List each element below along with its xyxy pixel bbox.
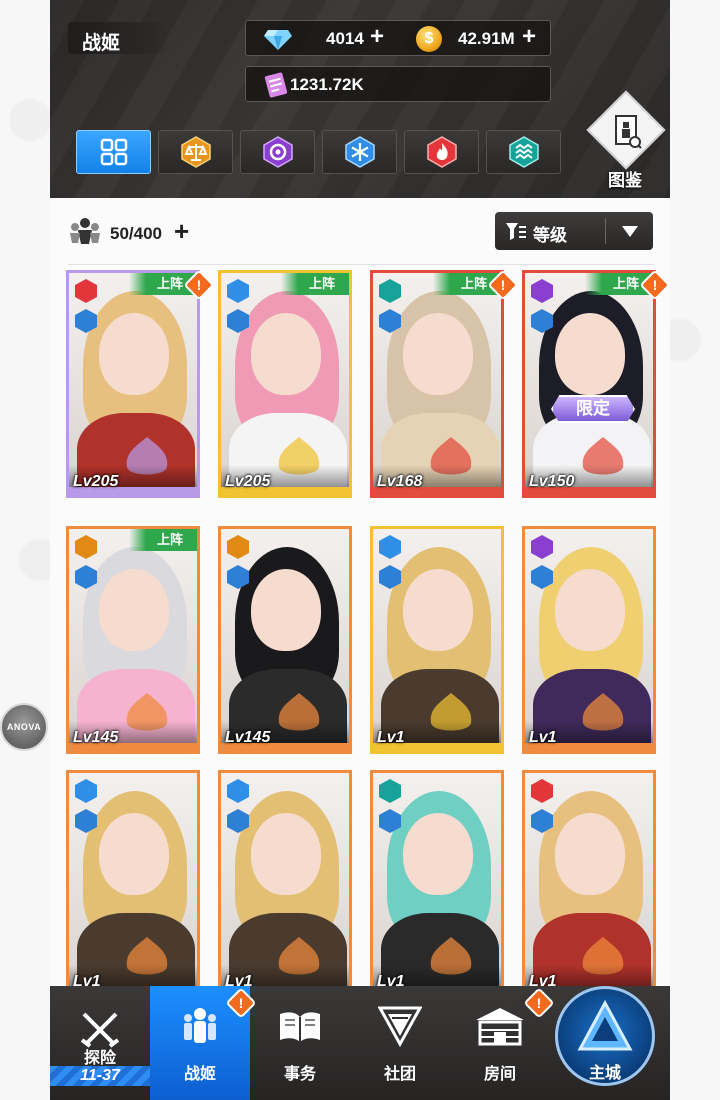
roster-count: 50/400 bbox=[110, 224, 162, 243]
gallery-label: 图鉴 bbox=[608, 171, 642, 190]
nav-room-label: 房间 bbox=[483, 1066, 516, 1083]
portrait-face bbox=[251, 569, 321, 651]
portrait-face bbox=[403, 313, 473, 395]
tab-wave[interactable] bbox=[486, 130, 561, 174]
portrait-face bbox=[99, 313, 169, 395]
expand-roster-button[interactable]: + bbox=[174, 217, 189, 245]
currency-bar: 4014 + $ 42.91M + bbox=[245, 20, 551, 56]
codex-icon bbox=[615, 115, 642, 149]
character-card[interactable]: Lv1 bbox=[218, 770, 352, 998]
character-level: Lv150 bbox=[529, 473, 575, 490]
character-level: Lv145 bbox=[225, 729, 271, 746]
tab-ice[interactable] bbox=[322, 130, 397, 174]
nav-club[interactable]: 社团 bbox=[350, 986, 450, 1100]
filter-icon bbox=[506, 223, 526, 240]
character-card[interactable]: 上阵 Lv145 bbox=[66, 526, 200, 754]
explore-stage: 11-37 bbox=[50, 1066, 150, 1086]
portrait-face bbox=[99, 569, 169, 651]
roster-count-icon bbox=[70, 218, 100, 244]
character-card[interactable]: 限定 上阵 Lv150 bbox=[522, 270, 656, 498]
add-coins-button[interactable]: + bbox=[522, 23, 536, 51]
add-gems-button[interactable]: + bbox=[370, 23, 384, 51]
nav-girls-label: 战姬 bbox=[183, 1066, 216, 1083]
floating-avatar-button[interactable]: ANOVA bbox=[0, 703, 48, 751]
character-level: Lv1 bbox=[377, 729, 405, 746]
nav-home[interactable]: 主城 bbox=[555, 986, 655, 1086]
portrait-face bbox=[555, 569, 625, 651]
character-level: Lv1 bbox=[529, 729, 557, 746]
grid-icon bbox=[100, 138, 127, 166]
character-card[interactable]: Lv1 bbox=[66, 770, 200, 998]
chevron-down-icon bbox=[622, 226, 638, 237]
tab-void[interactable] bbox=[240, 130, 315, 174]
portrait-face bbox=[251, 813, 321, 895]
gallery-button[interactable]: 图鉴 bbox=[586, 90, 666, 190]
page-title: 战姬 bbox=[68, 22, 168, 54]
tickets-value: 1231.72K bbox=[290, 75, 364, 94]
deployed-tag: 上阵 bbox=[129, 529, 197, 551]
nav-home-label: 主城 bbox=[588, 1065, 621, 1082]
mountain-icon bbox=[577, 999, 633, 1051]
portrait-face bbox=[403, 569, 473, 651]
character-card[interactable]: 上阵 Lv205 bbox=[218, 270, 352, 498]
header: 战姬 4014 + $ 42.91M + 1231.72K 图鉴 bbox=[50, 0, 670, 198]
sort-dropdown[interactable]: 等级 bbox=[495, 212, 653, 250]
fire-element-icon bbox=[426, 136, 457, 168]
nav-explore-label: 探险 bbox=[83, 1050, 116, 1067]
character-level: Lv168 bbox=[377, 473, 423, 490]
nav-affairs[interactable]: 事务 bbox=[250, 986, 350, 1100]
diamond-icon bbox=[264, 30, 292, 50]
character-card[interactable]: Lv1 bbox=[370, 770, 504, 998]
character-card[interactable]: Lv1 bbox=[370, 526, 504, 754]
balance-element-icon bbox=[180, 136, 211, 168]
deployed-tag: 上阵 bbox=[281, 273, 349, 295]
portrait-face bbox=[555, 813, 625, 895]
tab-fire[interactable] bbox=[404, 130, 479, 174]
character-card[interactable]: 上阵 Lv205 bbox=[66, 270, 200, 498]
character-card[interactable]: 上阵 Lv168 bbox=[370, 270, 504, 498]
crossed-swords-icon bbox=[80, 1012, 120, 1048]
character-level: Lv145 bbox=[73, 729, 119, 746]
sort-label: 等级 bbox=[533, 226, 567, 245]
gems-value: 4014 bbox=[326, 29, 364, 48]
coins-value: 42.91M bbox=[458, 29, 515, 48]
building-icon bbox=[476, 1008, 524, 1046]
page-title-text: 战姬 bbox=[82, 33, 121, 54]
ticket-bar: 1231.72K bbox=[245, 66, 551, 102]
ticket-icon bbox=[264, 72, 288, 98]
bottom-nav: 探险 11-37 战姬 事务 社团 房间 主城 ! ! bbox=[50, 986, 670, 1100]
nav-club-label: 社团 bbox=[383, 1066, 416, 1083]
sort-divider bbox=[605, 218, 606, 244]
limited-badge: 限定 bbox=[551, 395, 635, 423]
character-card[interactable]: Lv1 bbox=[522, 770, 656, 998]
portrait-face bbox=[251, 313, 321, 395]
coin-icon: $ bbox=[416, 26, 442, 52]
nav-explore[interactable]: 探险 11-37 bbox=[50, 986, 150, 1100]
club-emblem-icon bbox=[378, 1006, 422, 1048]
divider bbox=[68, 264, 654, 265]
avatar-label: ANOVA bbox=[6, 722, 42, 732]
portrait-face bbox=[99, 813, 169, 895]
character-level: Lv205 bbox=[73, 473, 119, 490]
team-icon bbox=[184, 1008, 216, 1043]
portrait-face bbox=[555, 313, 625, 395]
void-element-icon bbox=[262, 136, 293, 168]
nav-affairs-label: 事务 bbox=[283, 1066, 316, 1083]
character-card[interactable]: Lv145 bbox=[218, 526, 352, 754]
ice-element-icon bbox=[344, 136, 375, 168]
portrait-face bbox=[403, 813, 473, 895]
tab-balance[interactable] bbox=[158, 130, 233, 174]
wave-element-icon bbox=[508, 136, 539, 168]
tab-all[interactable] bbox=[76, 130, 151, 174]
character-card[interactable]: Lv1 bbox=[522, 526, 656, 754]
character-level: Lv205 bbox=[225, 473, 271, 490]
book-icon bbox=[280, 1012, 320, 1042]
